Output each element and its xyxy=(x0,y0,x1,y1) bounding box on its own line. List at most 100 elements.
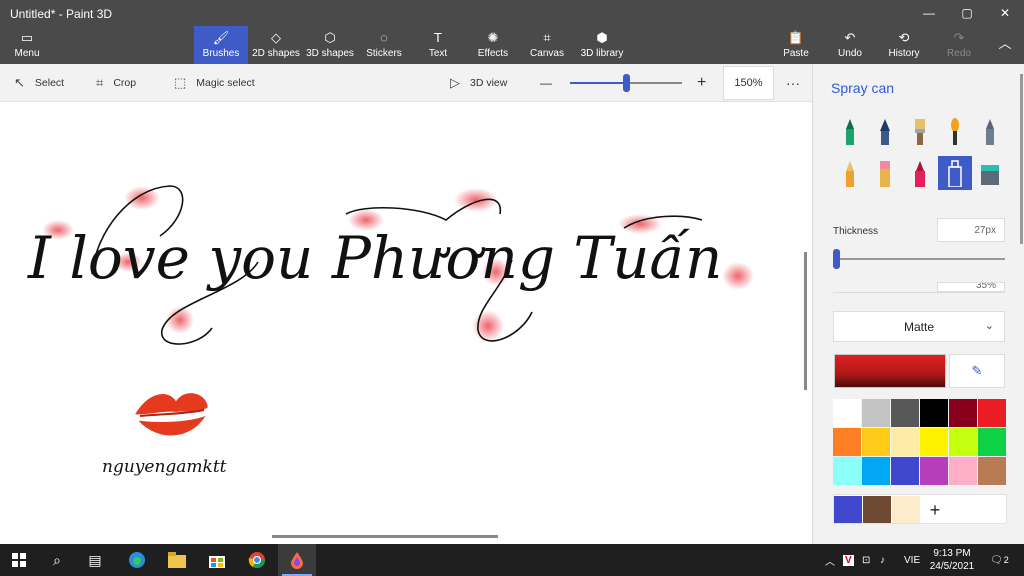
color-swatch[interactable] xyxy=(833,399,861,427)
undo-button[interactable]: ↶ Undo xyxy=(834,26,866,64)
crayon-button[interactable] xyxy=(833,156,867,190)
title-bar: Untitled* - Paint 3D — ▢ ✕ xyxy=(0,0,1024,26)
marker-brush-button[interactable] xyxy=(833,114,867,148)
search-button[interactable]: ⌕ xyxy=(38,544,76,576)
ribbon: ▭ Menu 🖌 Brushes ◇ 2D shapes ⬡ 3D shapes… xyxy=(0,26,1024,64)
paste-icon: 📋 xyxy=(787,30,805,45)
paste-button[interactable]: 📋 Paste xyxy=(780,26,812,64)
drawing-canvas[interactable]: I love you Phương Tuấn nguyengamktt xyxy=(0,102,812,544)
unikey-tray-button[interactable]: V xyxy=(843,544,854,576)
color-swatch[interactable] xyxy=(920,428,948,456)
color-swatch[interactable] xyxy=(949,428,977,456)
redo-label: Redo xyxy=(947,48,971,59)
minimize-button-visible[interactable]: — xyxy=(910,0,948,26)
vertical-scrollbar[interactable] xyxy=(804,252,807,390)
custom-color-swatch[interactable] xyxy=(892,496,920,523)
watercolor-button[interactable] xyxy=(938,114,972,148)
file-explorer-button[interactable] xyxy=(158,544,196,576)
history-button[interactable]: ⟲ History xyxy=(884,26,924,64)
thickness-slider-thumb[interactable] xyxy=(833,249,840,269)
spray-can-button[interactable] xyxy=(938,156,972,190)
network-tray-button[interactable]: ⊡ xyxy=(862,544,870,576)
color-swatch[interactable] xyxy=(978,399,1006,427)
chrome-icon xyxy=(248,552,266,569)
crop-label: Crop xyxy=(113,77,137,89)
color-swatch[interactable] xyxy=(920,399,948,427)
3d-view-label: 3D view xyxy=(470,77,508,89)
crop-button[interactable]: ⌗ Crop xyxy=(96,64,136,102)
history-label: History xyxy=(888,48,920,59)
volume-tray-button[interactable]: ♪ xyxy=(880,544,885,576)
undo-icon: ↶ xyxy=(844,30,856,45)
thickness-slider[interactable] xyxy=(837,258,1005,260)
pixel-pen-icon xyxy=(915,161,925,187)
finish-dropdown[interactable]: Matte ⌄ xyxy=(833,311,1005,342)
edge-button[interactable] xyxy=(118,544,156,576)
custom-color-swatch[interactable] xyxy=(863,496,891,523)
color-swatch[interactable] xyxy=(920,457,948,485)
3d-library-icon: ⬢ xyxy=(596,30,608,45)
tab-3d-shapes[interactable]: ⬡ 3D shapes xyxy=(304,26,356,64)
color-swatch[interactable] xyxy=(949,399,977,427)
add-color-button[interactable]: + xyxy=(922,498,948,522)
eraser-button[interactable] xyxy=(868,156,902,190)
horizontal-scrollbar[interactable] xyxy=(272,535,498,538)
color-swatch[interactable] xyxy=(891,428,919,456)
close-button[interactable]: ✕ xyxy=(986,0,1024,26)
tab-3d-library[interactable]: ⬢ 3D library xyxy=(578,26,626,64)
tab-label: Canvas xyxy=(530,48,564,59)
opacity-input[interactable]: 35% xyxy=(937,282,1005,292)
zoom-slider[interactable] xyxy=(570,74,682,92)
menu-folder-icon: ▭ xyxy=(20,30,34,45)
color-swatch[interactable] xyxy=(862,399,890,427)
fill-button[interactable] xyxy=(973,156,1007,190)
chrome-button[interactable] xyxy=(238,544,276,576)
tab-2d-shapes[interactable]: ◇ 2D shapes xyxy=(250,26,302,64)
store-button[interactable] xyxy=(198,544,236,576)
color-swatch[interactable] xyxy=(949,457,977,485)
color-swatch[interactable] xyxy=(978,457,1006,485)
clock[interactable]: 9:13 PM 24/5/2021 xyxy=(918,547,986,573)
notifications-button[interactable]: 🗨 2 xyxy=(990,544,1009,576)
thickness-input[interactable]: 27px xyxy=(937,218,1005,242)
more-options-button[interactable]: ··· xyxy=(786,64,800,102)
3d-view-button[interactable]: ▷ 3D view xyxy=(450,64,507,102)
task-view-button[interactable]: ▤ xyxy=(76,544,114,576)
color-swatch[interactable] xyxy=(978,428,1006,456)
tab-canvas[interactable]: ⌗ Canvas xyxy=(528,26,566,64)
menu-button[interactable]: ▭ Menu xyxy=(6,26,48,64)
color-swatch[interactable] xyxy=(862,457,890,485)
tab-stickers[interactable]: ◌ Stickers xyxy=(362,26,406,64)
tab-effects[interactable]: ✺ Effects xyxy=(474,26,512,64)
handwriting-text: I love you Phương Tuấn xyxy=(27,224,722,292)
color-swatch[interactable] xyxy=(891,399,919,427)
maximize-button[interactable]: ▢ xyxy=(948,0,986,26)
paint3d-button[interactable] xyxy=(278,544,316,576)
redo-button[interactable]: ↷ Redo xyxy=(944,26,974,64)
tray-expand-button[interactable]: ︿ xyxy=(825,544,835,576)
zoom-level[interactable]: 150% xyxy=(723,66,774,100)
eyedropper-icon: ✎ xyxy=(971,363,983,378)
pencil-button[interactable] xyxy=(973,114,1007,148)
pixel-pen-button[interactable] xyxy=(903,156,937,190)
zoom-out-button[interactable]: — xyxy=(540,64,552,102)
eyedropper-button[interactable]: ✎ xyxy=(949,354,1005,388)
color-swatch[interactable] xyxy=(862,428,890,456)
magic-select-button[interactable]: ⬚ Magic select xyxy=(174,64,255,102)
calligraphy-pen-button[interactable] xyxy=(868,114,902,148)
zoom-in-button[interactable]: + xyxy=(697,64,706,102)
current-color[interactable] xyxy=(834,354,946,388)
panel-scrollbar[interactable] xyxy=(1020,74,1023,244)
windows-start-button[interactable] xyxy=(0,544,38,576)
color-swatch[interactable] xyxy=(833,428,861,456)
color-swatch[interactable] xyxy=(833,457,861,485)
tab-brushes[interactable]: 🖌 Brushes xyxy=(194,26,248,64)
color-swatch[interactable] xyxy=(891,457,919,485)
zoom-slider-thumb[interactable] xyxy=(623,74,630,92)
oil-brush-button[interactable] xyxy=(903,114,937,148)
tab-text[interactable]: T Text xyxy=(420,26,456,64)
collapse-ribbon-button[interactable]: ︿ xyxy=(992,26,1018,64)
custom-color-swatch[interactable] xyxy=(834,496,862,523)
search-icon: ⌕ xyxy=(53,551,61,568)
select-button[interactable]: ↖ Select xyxy=(14,64,64,102)
